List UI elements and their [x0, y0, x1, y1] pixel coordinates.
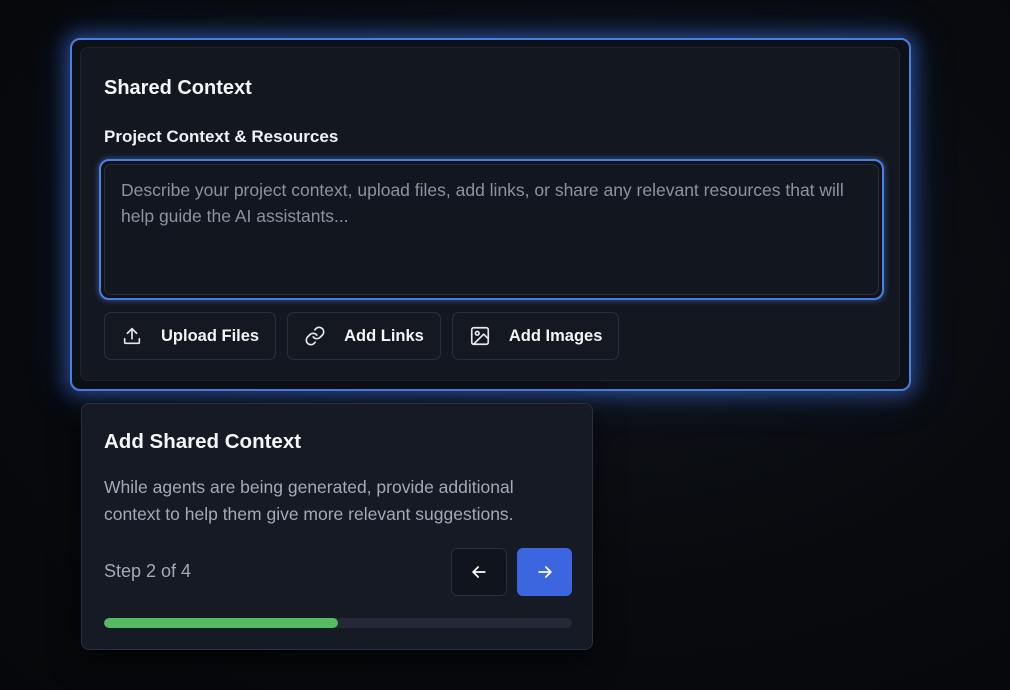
arrow-left-icon	[472, 566, 486, 578]
tour-next-button[interactable]	[517, 548, 572, 596]
shared-context-card: Shared Context Project Context & Resourc…	[80, 47, 900, 381]
link-icon	[305, 326, 325, 346]
resource-buttons: Upload Files Add Links Add Images	[104, 312, 620, 360]
project-context-label: Project Context & Resources	[104, 127, 339, 146]
tour-progress-fill	[104, 618, 338, 628]
arrow-right-icon	[537, 566, 552, 578]
add-images-button[interactable]: Add Images	[451, 312, 620, 360]
upload-files-label: Upload Files	[161, 326, 260, 345]
upload-files-button[interactable]: Upload Files	[104, 312, 277, 360]
project-context-focus-ring	[99, 159, 884, 300]
tour-progress-bar	[104, 618, 572, 628]
tour-popover: Add Shared Context While agents are bein…	[81, 403, 593, 650]
upload-icon	[123, 327, 141, 345]
add-links-button[interactable]: Add Links	[287, 312, 441, 360]
image-icon	[470, 326, 489, 346]
tour-step-indicator: Step 2 of 4	[104, 561, 192, 581]
add-links-label: Add Links	[344, 326, 424, 345]
add-images-label: Add Images	[508, 326, 603, 345]
tour-previous-button[interactable]	[451, 548, 507, 596]
tour-title: Add Shared Context	[104, 430, 302, 453]
card-title: Shared Context	[104, 77, 252, 99]
tour-description: While agents are being generated, provid…	[104, 477, 514, 524]
project-context-textarea[interactable]	[104, 164, 879, 295]
